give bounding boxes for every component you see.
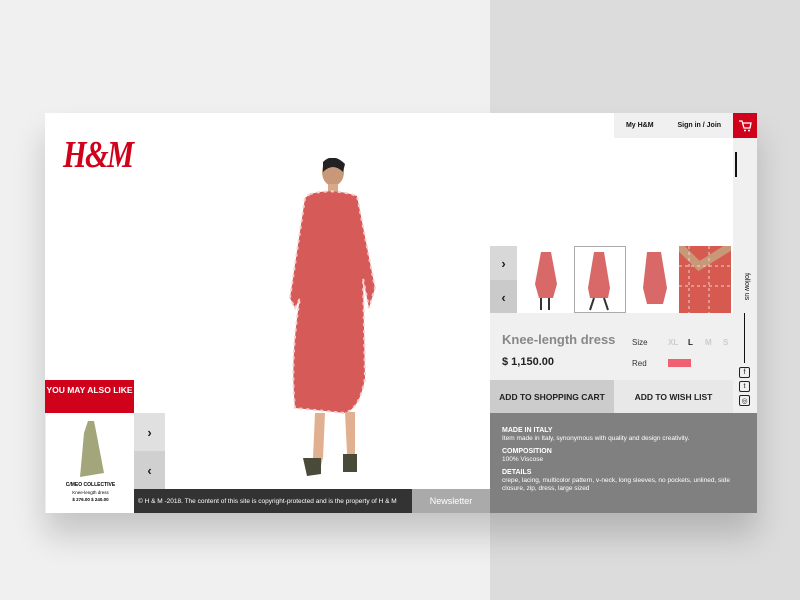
main-product-image xyxy=(288,158,377,476)
details-title: DETAILS xyxy=(502,469,532,476)
you-may-also-like-title: YOU MAY ALSO LIKE xyxy=(45,380,134,413)
cart-button[interactable] xyxy=(733,113,757,138)
facebook-icon[interactable]: f xyxy=(739,367,750,378)
details-title: MADE IN ITALY xyxy=(502,427,553,434)
scroll-indicator[interactable] xyxy=(735,152,737,177)
recommended-item[interactable]: C/MEO COLLECTIVE Knee-length dress $ 276… xyxy=(45,413,134,513)
details-text: crepe, lacing, multicolor pattern, v-nec… xyxy=(502,477,730,492)
twitter-icon[interactable]: t xyxy=(739,381,750,392)
follow-us-label: follow us xyxy=(743,273,750,301)
details-text: Item made in Italy, synonymous with qual… xyxy=(502,435,690,442)
footer-copyright: © H & M -2018. The content of this site … xyxy=(134,489,412,513)
newsletter-button[interactable]: Newsletter xyxy=(412,489,490,513)
hm-logo[interactable]: H&M xyxy=(63,133,134,177)
thumbnail-4[interactable] xyxy=(679,246,731,313)
size-s[interactable]: S xyxy=(723,338,728,347)
add-to-wishlist-button[interactable]: ADD TO WISH LIST xyxy=(614,380,733,413)
divider xyxy=(744,313,745,363)
recommended-name: Knee-length dress xyxy=(72,490,109,495)
color-swatch[interactable] xyxy=(668,359,691,367)
size-xl[interactable]: XL xyxy=(668,338,678,347)
recommended-item-image xyxy=(80,421,104,477)
product-price: $ 1,150.00 xyxy=(502,356,554,368)
recommend-prev-button[interactable]: ‹ xyxy=(134,451,165,489)
product-page: H&M My H&M Sign in / Join follow us f t … xyxy=(45,113,757,513)
recommend-next-button[interactable]: › xyxy=(134,413,165,451)
details-title: COMPOSITION xyxy=(502,448,552,455)
thumbnail-1[interactable] xyxy=(520,246,572,313)
size-m[interactable]: M xyxy=(705,338,712,347)
color-label: Red xyxy=(632,359,647,368)
product-details: MADE IN ITALY Item made in Italy, synonym… xyxy=(490,413,757,513)
thumbnail-3[interactable] xyxy=(628,246,680,313)
recommended-price: $ 276.00 $ 240.00 xyxy=(72,497,109,502)
details-text: 100% Viscose xyxy=(502,456,544,463)
instagram-icon[interactable]: ◎ xyxy=(739,395,750,406)
product-name: Knee-length dress xyxy=(502,332,616,347)
add-to-cart-button[interactable]: ADD TO SHOPPING CART xyxy=(490,380,614,413)
size-label: Size xyxy=(632,338,648,347)
recommended-brand: C/MEO COLLECTIVE xyxy=(65,482,116,488)
shopping-cart-icon xyxy=(738,119,752,131)
thumbnail-2-selected[interactable] xyxy=(574,246,626,313)
product-info: Knee-length dress $ 1,150.00 Size XL L M… xyxy=(490,313,733,380)
size-l-selected[interactable]: L xyxy=(688,338,693,347)
gallery-prev-button[interactable]: ‹ xyxy=(490,280,517,314)
my-hm-link[interactable]: My H&M xyxy=(626,122,654,129)
top-nav: My H&M Sign in / Join xyxy=(614,113,733,138)
sign-in-link[interactable]: Sign in / Join xyxy=(677,122,721,129)
gallery-next-button[interactable]: › xyxy=(490,246,517,280)
